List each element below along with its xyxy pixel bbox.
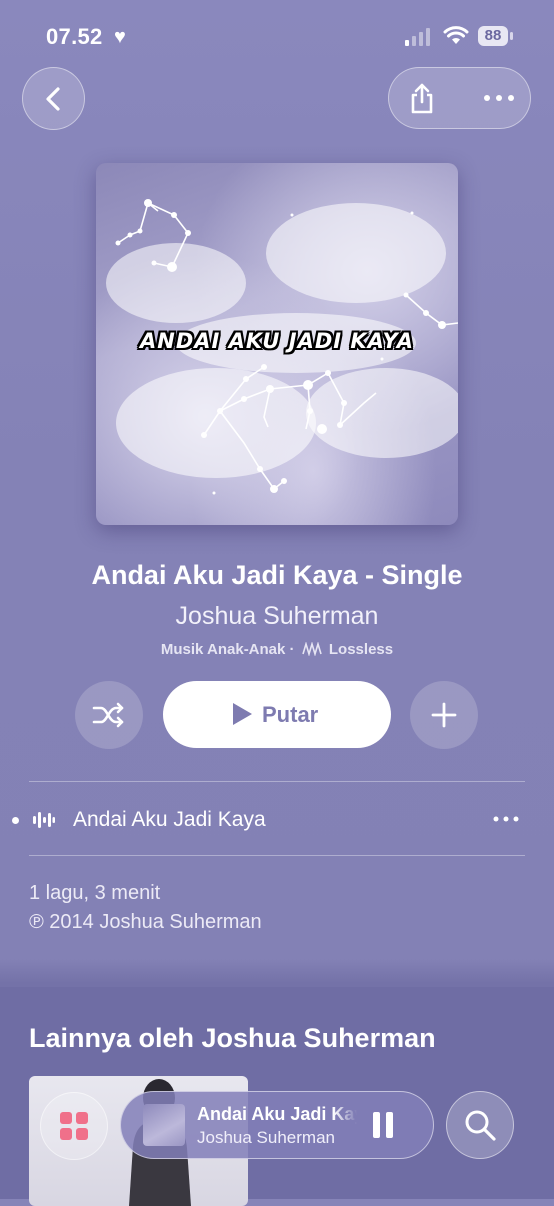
artwork-title-text: ANDAI AKU JADI KAYA — [140, 329, 414, 353]
play-icon — [233, 703, 252, 725]
status-bar: 07.52 ♥ 88 — [0, 22, 554, 54]
divider — [29, 855, 525, 856]
chevron-left-icon — [45, 86, 60, 111]
battery-icon: 88 — [478, 26, 514, 48]
album-artwork: ANDAI AKU JADI KAYA — [96, 163, 458, 525]
add-to-library-button[interactable] — [410, 681, 478, 749]
meta-separator: · — [289, 641, 295, 658]
mini-player[interactable]: Andai Aku Jadi Kaya Joshua Suherman — [120, 1091, 434, 1159]
now-playing-dot — [12, 817, 19, 824]
genre-label: Musik Anak-Anak — [160, 641, 286, 658]
album-artist-link[interactable]: Joshua Suherman — [0, 602, 554, 631]
album-meta: Musik Anak-Anak · Lossless — [0, 641, 554, 658]
wifi-icon — [443, 26, 469, 44]
pause-icon[interactable] — [372, 1112, 394, 1138]
cellular-signal-icon — [405, 28, 430, 46]
heart-icon: ♥ — [114, 26, 126, 48]
divider — [29, 781, 525, 782]
status-time: 07.52 — [46, 24, 103, 49]
lossless-icon — [301, 642, 322, 656]
mini-player-title: Andai Aku Jadi Kaya — [197, 1104, 357, 1124]
now-playing-waveform-icon — [33, 812, 55, 828]
share-icon[interactable] — [406, 82, 438, 114]
quality-label: Lossless — [328, 641, 394, 658]
more-by-artist-header[interactable]: Lainnya oleh Joshua Suherman — [29, 1023, 436, 1054]
play-button[interactable]: Putar — [163, 681, 391, 748]
copyright-text: ℗ 2014 Joshua Suherman — [29, 911, 262, 933]
shuffle-button[interactable] — [75, 681, 143, 749]
play-button-label: Putar — [262, 702, 319, 727]
mini-player-artwork — [143, 1104, 185, 1146]
battery-level: 88 — [478, 26, 508, 46]
search-icon — [465, 1110, 496, 1141]
back-button[interactable] — [22, 67, 85, 130]
track-title: Andai Aku Jadi Kaya — [73, 808, 266, 831]
search-button[interactable] — [446, 1091, 514, 1159]
mini-player-artist: Joshua Suherman — [197, 1128, 335, 1147]
top-actions-pill — [388, 67, 531, 129]
album-title: Andai Aku Jadi Kaya - Single — [91, 560, 463, 590]
library-grid-button[interactable] — [40, 1092, 108, 1160]
track-count-duration: 1 lagu, 3 menit — [29, 882, 161, 904]
more-options-icon[interactable] — [482, 88, 516, 108]
track-more-icon[interactable] — [493, 812, 519, 826]
plus-icon — [431, 702, 457, 728]
track-row[interactable]: Andai Aku Jadi Kaya — [0, 790, 554, 850]
shuffle-icon — [92, 702, 124, 728]
grid-icon — [60, 1112, 88, 1140]
